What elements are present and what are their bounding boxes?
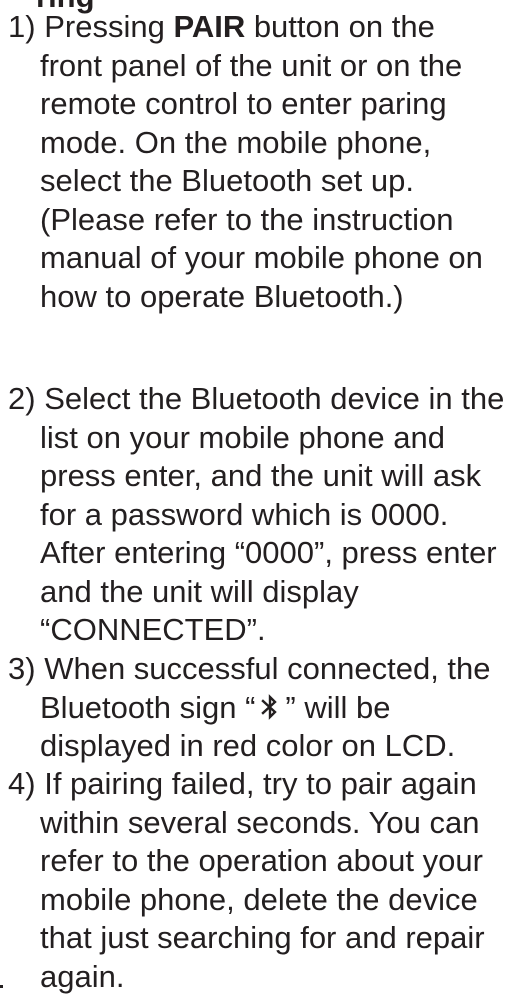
step-2-line: for a password which is 0000. bbox=[40, 496, 449, 532]
instruction-page: ring 1) Pressing PAIR button on the fron… bbox=[0, 0, 524, 1001]
step-1: 1) Pressing PAIR button on the front pan… bbox=[8, 8, 522, 316]
step-4-lead: 4) If pairing failed, try to pair again bbox=[8, 766, 477, 801]
step-2-line: list on your mobile phone and bbox=[40, 419, 445, 455]
step-1-line: mode. On the mobile phone, bbox=[40, 124, 432, 160]
step-3-lead: 3) When successful connected, the bbox=[8, 651, 491, 686]
step-1-line: manual of your mobile phone on bbox=[40, 240, 483, 275]
step-2-line: After entering “0000”, press enter bbox=[40, 535, 497, 570]
step-4-line: mobile phone, delete the device bbox=[40, 881, 478, 917]
step-2-lead: 2) Select the Bluetooth device in the bbox=[8, 381, 505, 416]
step-1-lead: 1) Pressing PAIR button on the bbox=[8, 9, 435, 44]
step-3: 3) When successful connected, the Blueto… bbox=[8, 650, 522, 766]
step-3-line: Bluetooth sign “” will be bbox=[40, 689, 391, 725]
step-4-line: within several seconds. You can bbox=[40, 804, 480, 840]
bluetooth-icon bbox=[261, 693, 278, 720]
step-2-line: “CONNECTED”. bbox=[40, 612, 266, 647]
step-1-number: 1) bbox=[8, 9, 36, 44]
page-edge-mark bbox=[0, 985, 3, 988]
step-4-line: refer to the operation about your bbox=[40, 843, 483, 878]
step-1-line: how to operate Bluetooth.) bbox=[40, 278, 404, 314]
step-4: 4) If pairing failed, try to pair again … bbox=[8, 765, 522, 996]
step-2-number: 2) bbox=[8, 381, 36, 416]
step-2: 2) Select the Bluetooth device in the li… bbox=[8, 380, 522, 650]
step-1-line: remote control to enter paring bbox=[40, 86, 447, 121]
step-4-number: 4) bbox=[8, 766, 36, 801]
step-1-line: select the Bluetooth set up. bbox=[40, 163, 414, 198]
step-4-line: again. bbox=[40, 958, 125, 994]
step-3-number: 3) bbox=[8, 651, 36, 686]
step-2-line: press enter, and the unit will ask bbox=[40, 458, 482, 493]
step-2-line: and the unit will display bbox=[40, 573, 359, 609]
step-1-line: (Please refer to the instruction bbox=[40, 201, 454, 237]
step-1-line: front panel of the unit or on the bbox=[40, 47, 463, 83]
pair-keyword: PAIR bbox=[173, 9, 246, 44]
step-3-line: displayed in red color on LCD. bbox=[40, 728, 456, 763]
step-4-line: that just searching for and repair bbox=[40, 920, 485, 955]
